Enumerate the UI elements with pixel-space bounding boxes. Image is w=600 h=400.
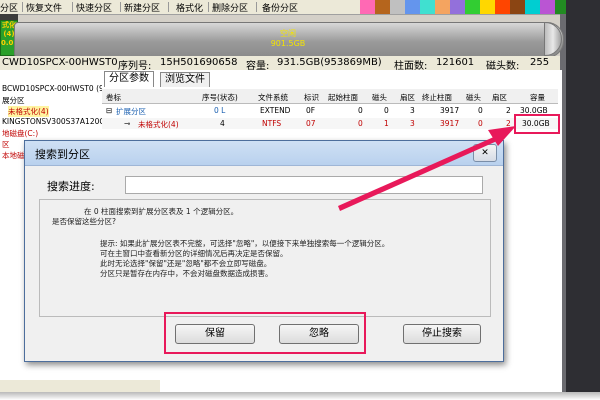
stop-search-button[interactable]: 停止搜索	[403, 324, 481, 344]
toolbar-partition[interactable]: 分区	[0, 1, 18, 14]
toolbar-quick-partition[interactable]: 快速分区	[76, 1, 112, 14]
column-header: 标识	[304, 93, 319, 102]
cell-index: 4	[220, 119, 225, 128]
tree-item-partition[interactable]: 区	[2, 139, 10, 150]
cell-end-sector: 2	[506, 106, 511, 115]
cell-id: 07	[306, 119, 316, 128]
cell-end-head: 0	[478, 106, 483, 115]
keep-question: 是否保留这些分区?	[52, 217, 116, 226]
cell-end-head: 0	[478, 119, 483, 128]
dialog-title: 搜索到分区	[35, 148, 90, 161]
toolbar-divider	[22, 2, 23, 12]
toolbar-divider	[256, 2, 257, 12]
table-row[interactable]: ⊸ 未格式化(4) 4 NTFS 07 0 1 3 3917 0 2 30.0G…	[102, 118, 558, 129]
table-row[interactable]: ⊟ 扩展分区 0 L EXTEND 0F 0 0 3 3917 0 2 30.0…	[102, 105, 558, 116]
progress-label: 搜索进度:	[47, 180, 95, 193]
column-header: 序号(状态)	[202, 93, 238, 102]
palette-swatch	[540, 0, 555, 14]
cell-label: 扩展分区	[116, 107, 146, 116]
search-progress-bar	[125, 176, 483, 194]
toolbar-delete-partition[interactable]: 删除分区	[212, 1, 248, 14]
column-header: 终止柱面	[422, 93, 452, 102]
palette-swatch	[375, 0, 390, 14]
heads-value: 255	[530, 57, 550, 68]
tree-item-local-disk[interactable]: 本地磁	[2, 150, 25, 161]
cell-fs: EXTEND	[260, 106, 291, 115]
tree-item-extended[interactable]: 展分区	[2, 95, 25, 106]
palette-swatch	[360, 0, 375, 14]
toolbar-backup-partition[interactable]: 备份分区	[262, 1, 298, 14]
palette-swatch	[510, 0, 525, 14]
cylinders-value: 121601	[436, 57, 475, 68]
cell-end-cyl: 3917	[440, 106, 460, 115]
column-header: 文件系统	[258, 93, 288, 102]
cell-end-sector: 2	[506, 119, 511, 128]
cell-start-sector: 3	[410, 106, 415, 115]
capacity-value: 931.5GB(953869MB)	[277, 57, 382, 68]
palette-swatch	[525, 0, 540, 14]
cell-id: 0F	[306, 106, 316, 115]
disk-info-bar: CWD10SPCX-00HWST0 序列号: 15H501690658 容量: …	[0, 56, 560, 72]
column-header: 扇区	[400, 93, 415, 102]
partition-icon: ⊸	[124, 119, 131, 128]
disk-bar-label: 空闲 901.5GB	[14, 22, 562, 56]
serial-value: 15H501690658	[160, 57, 238, 68]
palette-swatch	[450, 0, 465, 14]
toolbar-divider	[120, 2, 121, 12]
tab-partition-params[interactable]: 分区参数	[104, 71, 154, 87]
palette-swatch	[420, 0, 435, 14]
toolbar-recover-files[interactable]: 恢复文件	[26, 1, 62, 14]
tree-item-local-disk-c[interactable]: 地磁盘(C:)	[2, 128, 38, 139]
tree-item-unformatted[interactable]: 未格式化(4)	[8, 106, 49, 117]
row-expander-icon[interactable]: ⊟	[106, 106, 112, 115]
cell-label: 未格式化(4)	[138, 120, 179, 129]
background-panel	[566, 0, 600, 400]
close-icon[interactable]: ✕	[473, 144, 497, 162]
cell-index: 0 L	[214, 106, 226, 115]
disk-model: CWD10SPCX-00HWST0	[2, 57, 118, 68]
message-box: 在 0 柱面搜索到扩展分区表及 1 个逻辑分区。 是否保留这些分区? 提示: 如…	[39, 199, 491, 317]
tab-browse-files[interactable]: 浏览文件	[160, 72, 210, 87]
toolbar-divider	[208, 2, 209, 12]
bottom-shadow	[0, 392, 600, 400]
cell-fs: NTFS	[262, 119, 282, 128]
palette-swatch	[435, 0, 450, 14]
column-header: 扇区	[492, 93, 507, 102]
capacity-highlight-box	[514, 114, 560, 134]
palette-swatch	[480, 0, 495, 14]
cell-end-cyl: 3917	[440, 119, 460, 128]
palette-swatch	[465, 0, 480, 14]
column-header: 起始柱面	[328, 93, 358, 102]
toolbar-format[interactable]: 格式化	[176, 1, 203, 14]
column-header: 卷标	[106, 93, 121, 102]
toolbar-divider	[168, 2, 169, 12]
table-header: 卷标 序号(状态) 文件系统 标识 起始柱面 磁头 扇区 终止柱面 磁头 扇区 …	[102, 89, 558, 104]
toolbar-divider	[72, 2, 73, 12]
palette-swatch	[495, 0, 510, 14]
buttons-highlight-box	[164, 312, 366, 354]
cell-start-cyl: 0	[358, 119, 363, 128]
toolbar-new-partition[interactable]: 新建分区	[124, 1, 160, 14]
free-space-label: 空闲	[280, 29, 296, 38]
cell-start-cyl: 0	[358, 106, 363, 115]
hint-line: 分区只是暂存在内存中，不会对磁盘数据造成损害。	[100, 269, 273, 278]
tree-item-ssd[interactable]: KINGSTONSV300S37A120G	[2, 117, 105, 126]
column-header: 磁头	[372, 93, 387, 102]
palette-swatch	[405, 0, 420, 14]
cell-start-sector: 3	[410, 119, 415, 128]
dialog-title-bar[interactable]: 搜索到分区 ✕	[25, 141, 503, 166]
free-space-size: 901.5GB	[270, 39, 306, 48]
palette-swatch	[390, 0, 405, 14]
tree-item-disk[interactable]: BCWD10SPCX-00HWST0 (9	[2, 84, 104, 93]
cell-start-head: 0	[384, 106, 389, 115]
cell-start-head: 1	[384, 119, 389, 128]
column-header: 容量	[530, 93, 545, 102]
column-header: 磁头	[466, 93, 481, 102]
color-palette	[360, 0, 600, 14]
